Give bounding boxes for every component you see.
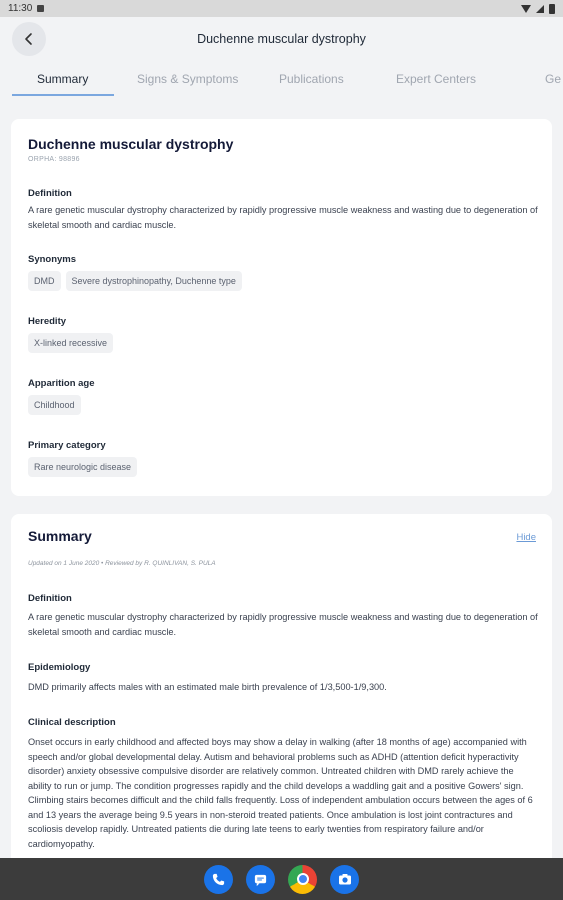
apparition-age-list: Childhood	[28, 395, 81, 415]
page-title: Duchenne muscular dystrophy	[197, 32, 366, 46]
clinical-description-text: Onset occurs in early childhood and affe…	[28, 737, 533, 849]
system-nav-bar	[0, 858, 563, 900]
epidemiology-label: Epidemiology	[28, 662, 91, 673]
wifi-icon	[521, 4, 531, 13]
tab-summary[interactable]: Summary	[37, 72, 88, 86]
signal-icon	[536, 4, 544, 13]
disease-name: Duchenne muscular dystrophy	[28, 136, 234, 152]
messages-icon[interactable]	[246, 864, 275, 894]
summary-meta: Updated on 1 June 2020 • Reviewed by R. …	[28, 560, 216, 567]
primary-category-list: Rare neurologic disease	[28, 457, 138, 477]
orpha-code: ORPHA: 98896	[28, 156, 80, 163]
active-tab-indicator	[12, 94, 114, 96]
status-time: 11:30	[8, 3, 33, 14]
heredity-list: X-linked recessive	[28, 333, 114, 353]
synonym-chip: Severe dystrophinopathy, Duchenne type	[65, 271, 242, 291]
chrome-center	[296, 873, 309, 885]
back-button[interactable]	[12, 22, 46, 56]
heredity-chip: X-linked recessive	[28, 333, 114, 353]
chevron-left-icon	[25, 33, 32, 45]
tab-genes[interactable]: Ge	[545, 72, 561, 86]
heredity-label: Heredity	[28, 316, 67, 327]
app-bar: Duchenne muscular dystrophy	[0, 17, 563, 61]
status-bar: 11:30	[0, 0, 563, 17]
phone-icon[interactable]	[204, 864, 233, 894]
definition-label: Definition	[28, 188, 72, 199]
primary-category-chip: Rare neurologic disease	[28, 457, 138, 477]
hide-link[interactable]: Hide	[516, 532, 536, 543]
summary-definition-text: A rare genetic muscular dystrophy charac…	[28, 612, 538, 637]
clinical-description-label: Clinical description	[28, 717, 116, 728]
epidemiology-text: DMD primarily affects males with an esti…	[28, 682, 387, 692]
chrome-icon[interactable]	[288, 864, 317, 894]
tab-signs-symptoms[interactable]: Signs & Symptoms	[137, 72, 238, 86]
notification-icon	[37, 5, 45, 12]
apparition-age-label: Apparition age	[28, 378, 95, 389]
synonym-chip: DMD	[28, 271, 61, 291]
summary-title: Summary	[28, 528, 92, 544]
tab-expert-centers[interactable]: Expert Centers	[396, 72, 476, 86]
synonyms-label: Synonyms	[28, 254, 77, 265]
apparition-age-chip: Childhood	[28, 395, 81, 415]
synonyms-list: DMD Severe dystrophinopathy, Duchenne ty…	[28, 271, 242, 291]
tab-publications[interactable]: Publications	[279, 72, 344, 86]
primary-category-label: Primary category	[28, 440, 106, 451]
overview-card: Duchenne muscular dystrophy ORPHA: 98896…	[11, 119, 552, 496]
tab-bar: Summary Signs & Symptoms Publications Ex…	[0, 62, 563, 98]
battery-icon	[549, 3, 555, 14]
summary-card: Summary Hide Updated on 1 June 2020 • Re…	[11, 514, 552, 874]
definition-text: A rare genetic muscular dystrophy charac…	[28, 205, 538, 230]
camera-icon[interactable]	[330, 864, 359, 894]
summary-definition-label: Definition	[28, 593, 72, 604]
